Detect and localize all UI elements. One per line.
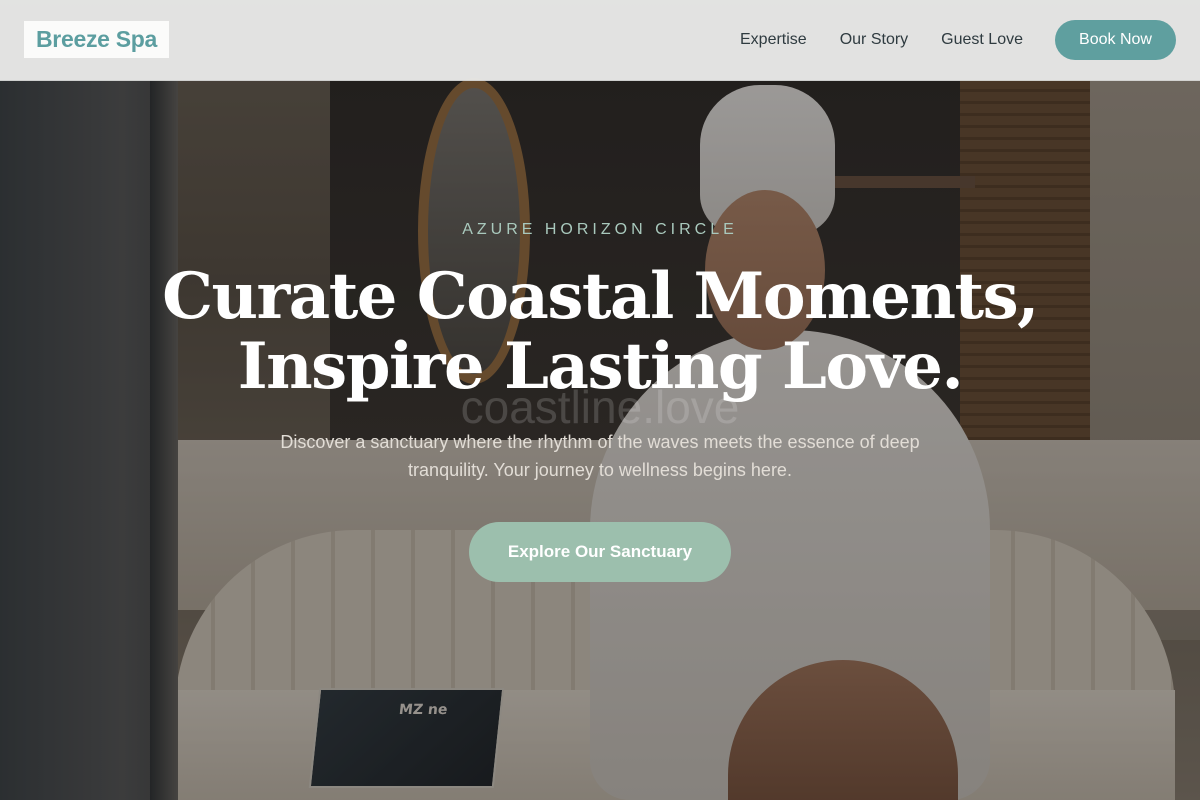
nav-link-our-story[interactable]: Our Story — [840, 28, 908, 52]
hero-eyebrow: AZURE HORIZON CIRCLE — [462, 221, 738, 238]
explore-sanctuary-button[interactable]: Explore Our Sanctuary — [469, 522, 731, 582]
nav-link-guest-love[interactable]: Guest Love — [941, 28, 1023, 52]
headline-line-1: Curate Coastal Moments, — [162, 259, 1039, 334]
watermark-text: coastline.love — [460, 381, 740, 433]
book-now-button[interactable]: Book Now — [1055, 20, 1176, 60]
site-header: Breeze Spa Expertise Our Story Guest Lov… — [0, 0, 1200, 81]
main-nav: Expertise Our Story Guest Love — [740, 28, 1023, 52]
logo[interactable]: Breeze Spa — [24, 21, 170, 58]
hero-subtext: Discover a sanctuary where the rhythm of… — [280, 432, 920, 480]
nav-link-expertise[interactable]: Expertise — [740, 28, 807, 52]
